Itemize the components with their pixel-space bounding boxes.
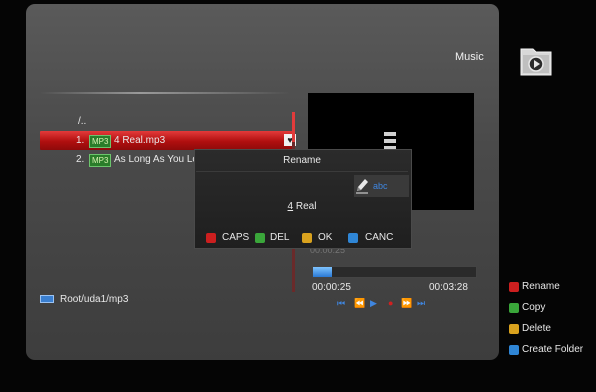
red-key-icon [509,282,519,292]
list-item-selected[interactable]: 1. MP3 4 Real.mp3 ♥ [40,131,296,150]
music-folder-icon [520,48,552,76]
del-key-icon [255,233,265,243]
caps-key-icon [206,233,216,243]
mp3-badge: MP3 [89,135,112,148]
mp3-badge: MP3 [89,154,112,167]
parent-dir-label: /.. [78,116,87,127]
fast-forward-icon[interactable]: ⏩ [401,297,412,309]
current-path: Root/uda1/mp3 [40,294,128,305]
progress-fill [313,267,332,277]
legend-label: Rename [522,281,560,292]
legend-label: Copy [522,302,546,313]
cancel-button[interactable]: CANC [365,232,393,243]
dialog-divider [196,171,408,172]
dialog-title: Rename [283,155,321,166]
rename-input[interactable]: 4 Real [194,201,410,212]
input-mode-label: abc [373,181,388,191]
total-time: 00:03:28 [429,282,468,293]
file-name: 4 Real.mp3 [114,135,166,146]
blue-key-icon [509,345,519,355]
cancel-key-icon [348,233,358,243]
next-icon[interactable]: ⏭ [417,297,425,309]
del-button[interactable]: DEL [270,232,289,243]
list-scrollbar-thumb[interactable] [292,112,295,142]
rewind-icon[interactable]: ⏪ [354,297,365,309]
panel-divider [40,92,290,94]
progress-bar[interactable] [312,266,477,278]
green-key-icon [509,303,519,313]
item-index: 1. [76,135,85,146]
list-item-parent[interactable]: /.. [40,112,295,131]
record-icon[interactable]: ● [388,297,393,309]
media-player-screen: Music /.. 1. MP3 4 Real.mp3 ♥ 2. MP3 As … [0,0,596,392]
play-icon[interactable]: ▶ [370,297,377,309]
pencil-icon [356,179,368,194]
section-label: Music [455,51,484,63]
item-index: 2. [76,154,85,165]
path-text: Root/uda1/mp3 [60,294,129,305]
caps-button[interactable]: CAPS [222,232,249,243]
legend-label: Delete [522,323,551,334]
ok-key-icon [302,233,312,243]
usb-drive-icon [40,295,54,304]
ok-button[interactable]: OK [318,232,332,243]
file-name: As Long As You Lo [114,154,198,165]
current-time: 00:00:25 [312,282,351,293]
legend-label: Create Folder [522,344,584,355]
yellow-key-icon [509,324,519,334]
rename-value-rest: Real [293,201,317,212]
prev-icon[interactable]: ⏮ [337,297,345,309]
